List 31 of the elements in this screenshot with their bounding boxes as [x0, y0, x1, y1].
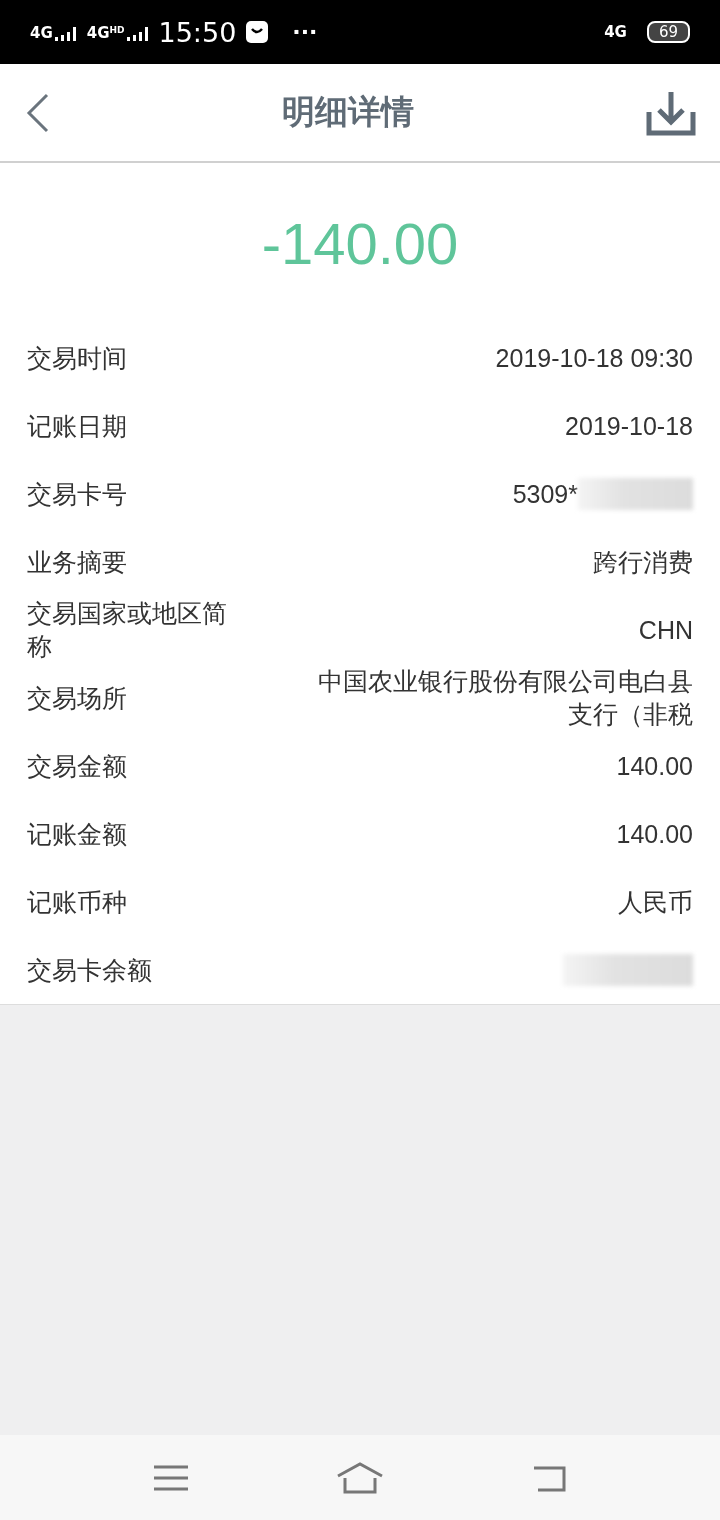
status-time: 15:50 [158, 16, 237, 48]
field-label: 交易金额 [27, 750, 128, 783]
field-value: CHN [638, 614, 693, 646]
home-icon[interactable] [336, 1461, 384, 1494]
field-label: 交易时间 [27, 342, 128, 375]
field-label: 记账日期 [27, 410, 128, 443]
battery-indicator: 69 [646, 21, 690, 43]
field-label: 交易国家或地区简称 [27, 598, 228, 663]
field-label: 记账币种 [27, 886, 128, 919]
menu-icon[interactable] [154, 1464, 188, 1491]
field-label: 业务摘要 [27, 546, 128, 579]
field-value: 跨行消费 [593, 546, 693, 578]
field-value: 140.00 [616, 750, 693, 782]
page-title: 明细详情 [282, 91, 414, 133]
message-icon [246, 21, 269, 43]
back-icon[interactable] [26, 92, 50, 133]
field-value: 2019-10-18 [565, 410, 693, 442]
field-value: 人民币 [618, 886, 693, 918]
transaction-amount: -140.00 [261, 210, 459, 277]
download-icon[interactable] [646, 89, 696, 136]
field-label: 记账金额 [27, 818, 128, 851]
field-label: 交易卡余额 [27, 954, 153, 987]
field-label: 交易卡号 [27, 478, 128, 511]
field-value: 140.00 [616, 818, 693, 850]
network-label: 4G [30, 26, 53, 41]
network-label: 4G [604, 24, 627, 40]
field-label: 交易场所 [27, 682, 128, 715]
field-value: 中国农业银行股份有限公司电白县支行（非税 [317, 666, 693, 730]
more-indicator: ··· [292, 21, 318, 43]
field-value: 5309* [512, 478, 578, 510]
field-value: 2019-10-18 09:30 [495, 342, 693, 374]
